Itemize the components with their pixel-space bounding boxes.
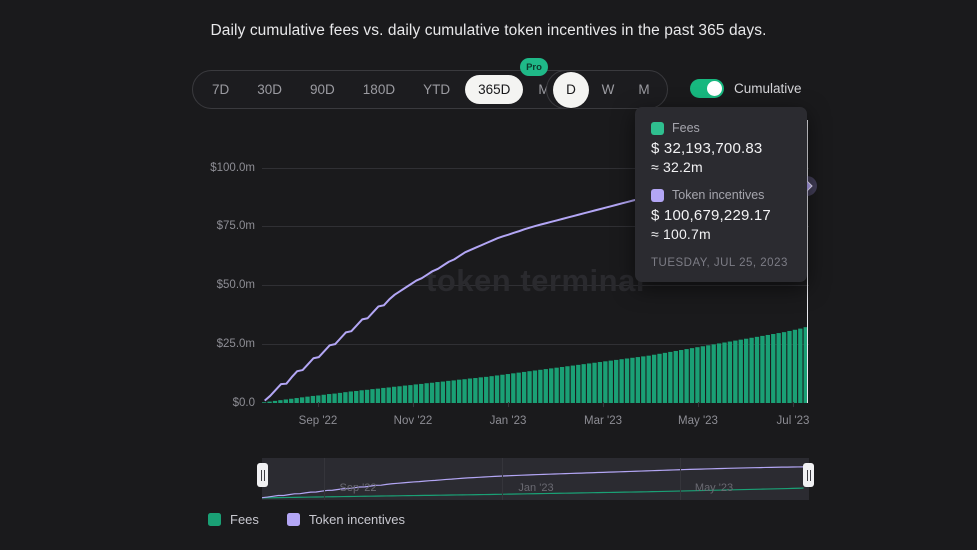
tooltip-spacer (651, 175, 791, 188)
chart-plot-area[interactable]: $0.0$25.0m$50.0m$75.0m$100.0m token term… (0, 120, 977, 550)
crosshair-line (807, 120, 808, 403)
granularity-button-m[interactable]: M (627, 75, 661, 104)
tooltip-series-approx-value: ≈ 32.2m (651, 159, 791, 175)
brush-handle-left[interactable] (257, 463, 268, 487)
range-button-ytd[interactable]: YTD (410, 75, 463, 104)
range-button-30d[interactable]: 30D (244, 75, 295, 104)
granularity-selector[interactable]: DWM (546, 70, 668, 109)
tooltip-color-swatch (651, 122, 664, 135)
tooltip-series-name: Token incentives (672, 188, 764, 202)
tooltip-series-row: Fees (651, 121, 791, 135)
tooltip-series-approx-value: ≈ 100.7m (651, 226, 791, 242)
brush-handle-right[interactable] (803, 463, 814, 487)
legend-label: Token incentives (309, 512, 405, 527)
pro-badge[interactable]: Pro (520, 58, 548, 76)
brush-tick-label: May '23 (695, 482, 733, 494)
granularity-button-w[interactable]: W (591, 75, 625, 104)
x-axis-tick-label: Jul '23 (777, 415, 810, 427)
legend-color-swatch (208, 513, 221, 526)
range-brush[interactable]: Sep '22 Jan '23 May '23 (262, 458, 809, 500)
chart-legend[interactable]: Fees Token incentives (208, 512, 405, 527)
x-axis-tick-label: Jan '23 (490, 415, 527, 427)
range-button-7d[interactable]: 7D (199, 75, 242, 104)
switch-knob (707, 81, 722, 96)
x-axis-tick-label: May '23 (678, 415, 718, 427)
cumulative-switch[interactable] (690, 79, 724, 98)
x-axis-tick-label: Nov '22 (394, 415, 433, 427)
x-axis-tick-label: Sep '22 (299, 415, 338, 427)
legend-color-swatch (287, 513, 300, 526)
tooltip-series-value: $ 100,679,229.17 (651, 207, 791, 224)
granularity-button-d[interactable]: D (553, 72, 589, 108)
tooltip-series-row: Token incentives (651, 188, 791, 202)
tooltip-date: TUESDAY, JUL 25, 2023 (651, 257, 791, 269)
brush-gridline (680, 458, 681, 500)
tooltip-color-swatch (651, 189, 664, 202)
x-axis-tick (413, 402, 414, 407)
x-axis-tick-label: Mar '23 (584, 415, 622, 427)
range-button-90d[interactable]: 90D (297, 75, 348, 104)
range-button-180d[interactable]: 180D (350, 75, 408, 104)
x-axis-tick (698, 402, 699, 407)
legend-label: Fees (230, 512, 259, 527)
cumulative-label: Cumulative (734, 81, 802, 96)
brush-gridline (502, 458, 503, 500)
brush-tick-label: Sep '22 (340, 482, 377, 494)
brush-gridline (324, 458, 325, 500)
time-range-selector[interactable]: 7D30D90D180DYTD365DMax (192, 70, 584, 109)
legend-item-token-incentives[interactable]: Token incentives (287, 512, 405, 527)
chart-page: Daily cumulative fees vs. daily cumulati… (0, 0, 977, 550)
range-button-365d[interactable]: 365D (465, 75, 523, 104)
x-axis-tick (793, 402, 794, 407)
x-axis: Sep '22 Nov '22 Jan '23 Mar '23 May '23 Jul '… (0, 415, 977, 435)
brush-tick-label: Jan '23 (518, 482, 553, 494)
x-axis-tick (508, 402, 509, 407)
tooltip-series-name: Fees (672, 121, 700, 135)
page-title: Daily cumulative fees vs. daily cumulati… (0, 22, 977, 40)
chart-series (0, 120, 977, 410)
x-axis-tick (603, 402, 604, 407)
x-axis-tick (318, 402, 319, 407)
data-tooltip: Fees $ 32,193,700.83 ≈ 32.2m Token incentiv… (635, 107, 807, 282)
tooltip-series-value: $ 32,193,700.83 (651, 140, 791, 157)
cumulative-toggle[interactable]: Cumulative (690, 79, 802, 98)
legend-item-fees[interactable]: Fees (208, 512, 259, 527)
